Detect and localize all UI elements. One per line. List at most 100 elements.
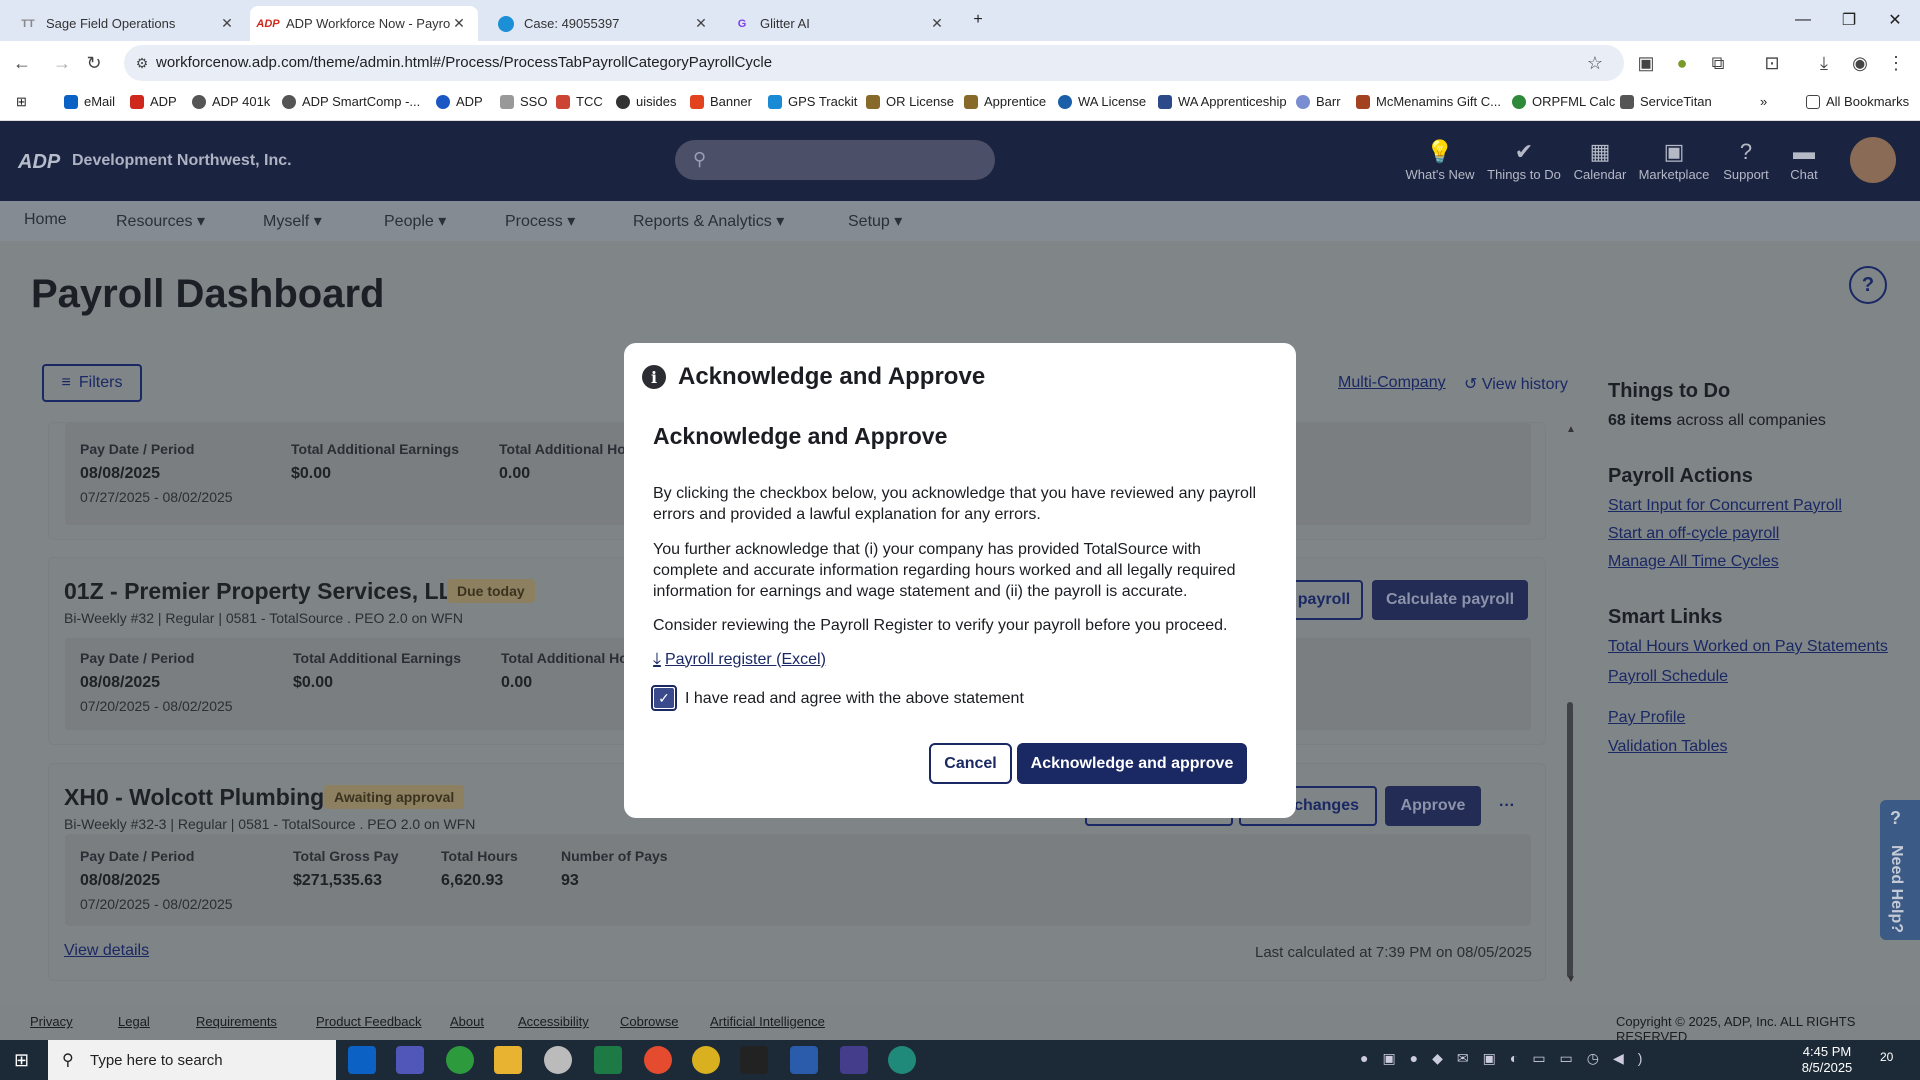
pay-profile-link[interactable]: Pay Profile <box>1608 709 1685 727</box>
footer-about-link[interactable]: About <box>450 1014 484 1029</box>
new-tab-icon[interactable]: + <box>960 0 996 40</box>
footer-cobrowse-link[interactable]: Cobrowse <box>620 1014 679 1029</box>
menu-process[interactable]: Process ▾ <box>505 211 575 231</box>
app-yellow-icon[interactable] <box>692 1046 720 1074</box>
avatar[interactable] <box>1850 137 1896 183</box>
word-app-icon[interactable] <box>790 1046 818 1074</box>
close-icon[interactable]: ✕ <box>218 15 236 32</box>
bookmark-barr[interactable]: Barr <box>1296 94 1341 109</box>
menu-reports-analytics[interactable]: Reports & Analytics ▾ <box>633 211 784 231</box>
chatgpt-app-icon[interactable] <box>888 1046 916 1074</box>
footer-requirements-link[interactable]: Requirements <box>196 1014 277 1029</box>
close-icon[interactable]: ✕ <box>450 15 468 32</box>
bookmark-star-icon[interactable]: ☆ <box>1583 51 1607 75</box>
notification-icon[interactable]: 20 <box>1880 1050 1893 1064</box>
chrome-app-icon[interactable] <box>644 1046 672 1074</box>
file-explorer-icon[interactable] <box>494 1046 522 1074</box>
view-history-link[interactable]: ↺ View history <box>1464 374 1568 394</box>
payroll-schedule-link[interactable]: Payroll Schedule <box>1608 668 1728 686</box>
excel-app-icon[interactable] <box>594 1046 622 1074</box>
acrobat-app-icon[interactable] <box>740 1046 768 1074</box>
bookmark-mcmenamins[interactable]: McMenamins Gift C... <box>1356 94 1501 109</box>
bookmark-orpfml-calc[interactable]: ORPFML Calc <box>1512 94 1615 109</box>
menu-kebab-icon[interactable]: ⋮ <box>1884 51 1908 75</box>
footer-legal-link[interactable]: Legal <box>118 1014 150 1029</box>
footer-product-feedback-link[interactable]: Product Feedback <box>316 1014 422 1029</box>
menu-home[interactable]: Home <box>24 211 67 229</box>
cancel-button[interactable]: Cancel <box>929 743 1012 784</box>
bookmark-email[interactable]: eMail <box>64 94 115 109</box>
tab-glitter-ai[interactable]: G Glitter AI ✕ <box>724 6 956 41</box>
adp-logo[interactable]: ADP <box>18 151 60 174</box>
url-text[interactable]: workforcenow.adp.com/theme/admin.html#/P… <box>156 54 772 71</box>
teams-app-icon[interactable] <box>396 1046 424 1074</box>
multi-company-link[interactable]: Multi-Company <box>1338 374 1446 392</box>
need-help-tab[interactable]: ? Need Help? <box>1880 800 1920 940</box>
approve-button[interactable]: Approve <box>1385 786 1481 826</box>
bookmark-gps-trackit[interactable]: GPS Trackit <box>768 94 857 109</box>
bookmark-adp-smartcomp[interactable]: ADP SmartComp -... <box>282 94 420 109</box>
site-settings-icon[interactable]: ⚙ <box>130 51 154 75</box>
tab-sage-field-operations[interactable]: TT Sage Field Operations ✕ <box>10 6 246 41</box>
apps-grid-icon[interactable]: ⊞ <box>16 94 27 110</box>
calendar-button[interactable]: ▦ Calendar <box>1560 139 1640 182</box>
menu-people[interactable]: People ▾ <box>384 211 446 231</box>
restore-icon[interactable]: ❐ <box>1826 0 1872 40</box>
payroll-register-link[interactable]: ⤓ Payroll register (Excel) <box>653 649 826 670</box>
concurrent-payroll-link[interactable]: Start Input for Concurrent Payroll <box>1608 497 1842 515</box>
tab-adp-workforce-now[interactable]: ADP ADP Workforce Now - Payroll D ✕ <box>250 6 478 41</box>
global-search-input[interactable]: ⚲ <box>675 140 995 180</box>
bookmark-adp-401k[interactable]: ADP 401k <box>192 94 270 109</box>
calculate-payroll-button[interactable]: Calculate payroll <box>1372 580 1528 620</box>
bookmark-tcc[interactable]: TCC <box>556 94 603 109</box>
minimize-icon[interactable]: — <box>1780 0 1826 40</box>
tab-search-icon[interactable]: ⊡ <box>1760 51 1784 75</box>
bookmark-or-license[interactable]: OR License <box>866 94 954 109</box>
all-bookmarks[interactable]: All Bookmarks <box>1806 94 1909 109</box>
agree-checkbox-label[interactable]: I have read and agree with the above sta… <box>685 690 1024 708</box>
bookmark-adp-2[interactable]: ADP <box>436 94 483 109</box>
footer-privacy-link[interactable]: Privacy <box>30 1014 73 1029</box>
back-icon[interactable]: ← <box>10 51 34 75</box>
bookmark-adp[interactable]: ADP <box>130 94 177 109</box>
manage-time-cycles-link[interactable]: Manage All Time Cycles <box>1608 553 1779 571</box>
outlook-app-icon[interactable] <box>348 1046 376 1074</box>
cards-scrollbar[interactable]: ▲ ▼ <box>1564 424 1576 985</box>
bookmark-servicetitan[interactable]: ServiceTitan <box>1620 94 1712 109</box>
things-to-do-button[interactable]: ✔ Things to Do <box>1484 139 1564 182</box>
more-options-icon[interactable]: ··· <box>1489 786 1525 826</box>
bookmark-apprentice[interactable]: Apprentice <box>964 94 1046 109</box>
reload-icon[interactable]: ↻ <box>82 51 106 75</box>
agree-checkbox[interactable]: ✓ <box>651 685 677 711</box>
tab-case[interactable]: Case: 49055397 ✕ <box>488 6 720 41</box>
footer-accessibility-link[interactable]: Accessibility <box>518 1014 589 1029</box>
acknowledge-approve-button[interactable]: Acknowledge and approve <box>1017 743 1247 784</box>
total-hours-link[interactable]: Total Hours Worked on Pay Statements <box>1608 638 1888 656</box>
app-green-icon[interactable] <box>446 1046 474 1074</box>
clock[interactable]: 4:45 PM 8/5/2025 <box>1792 1044 1862 1076</box>
payroll-button[interactable]: payroll <box>1285 580 1363 620</box>
marketplace-button[interactable]: ▣ Marketplace <box>1634 139 1714 182</box>
system-tray-icons[interactable]: ●▣●◆✉▣◐▭▭◷◀) <box>1360 1050 1656 1067</box>
extensions-puzzle-icon[interactable]: ⧉ <box>1706 51 1730 75</box>
filters-button[interactable]: ≡ Filters <box>42 364 142 402</box>
profile-icon[interactable]: ◉ <box>1848 51 1872 75</box>
forward-icon[interactable]: → <box>50 51 74 75</box>
taskbar-search-input[interactable]: ⚲ Type here to search <box>48 1040 336 1080</box>
bookmark-uisides[interactable]: uisides <box>616 94 676 109</box>
menu-myself[interactable]: Myself ▾ <box>263 211 322 231</box>
app-purple-icon[interactable] <box>840 1046 868 1074</box>
menu-setup[interactable]: Setup ▾ <box>848 211 902 231</box>
extension-icon[interactable]: ▣ <box>1634 51 1658 75</box>
bookmark-sso[interactable]: SSO <box>500 94 547 109</box>
app-gray-icon[interactable] <box>544 1046 572 1074</box>
validation-tables-link[interactable]: Validation Tables <box>1608 738 1728 756</box>
extension-icon[interactable]: ● <box>1670 51 1694 75</box>
chat-button[interactable]: ▬ Chat <box>1764 139 1844 182</box>
off-cycle-payroll-link[interactable]: Start an off-cycle payroll <box>1608 525 1779 543</box>
footer-ai-link[interactable]: Artificial Intelligence <box>710 1014 825 1029</box>
close-icon[interactable]: ✕ <box>928 15 946 32</box>
bookmark-wa-license[interactable]: WA License <box>1058 94 1146 109</box>
bookmark-wa-apprenticeship[interactable]: WA Apprenticeship <box>1158 94 1287 109</box>
view-details-link[interactable]: View details <box>64 942 149 960</box>
